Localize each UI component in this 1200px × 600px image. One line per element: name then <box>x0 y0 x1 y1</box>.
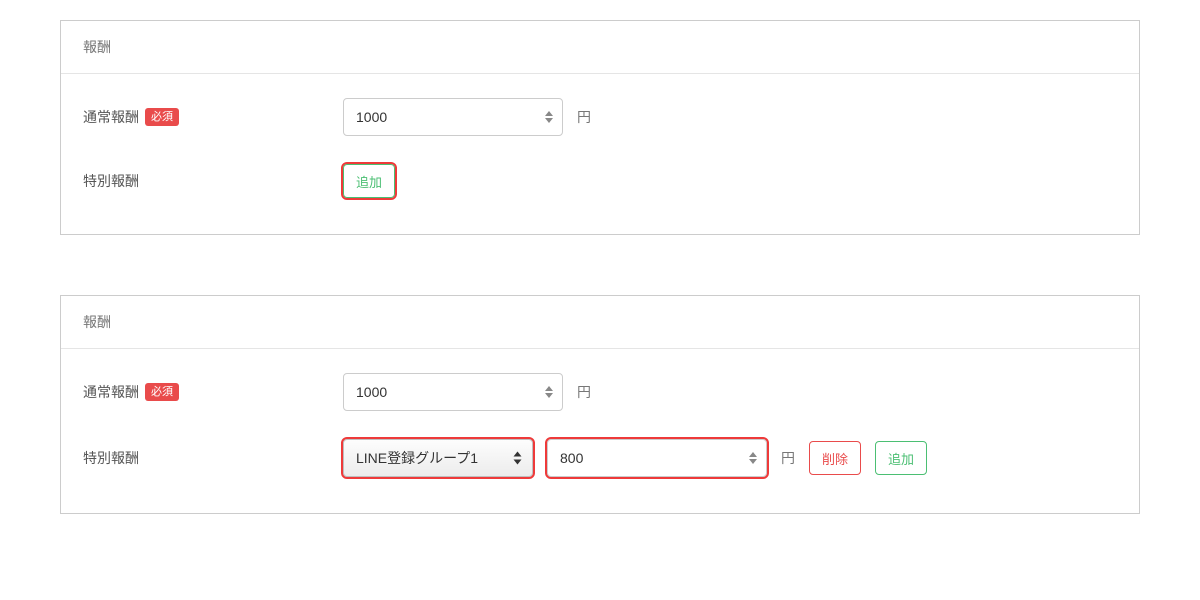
special-reward-label-text: 特別報酬 <box>83 171 139 191</box>
normal-reward-value: 1000 <box>356 109 387 125</box>
unit-label: 円 <box>781 448 795 468</box>
add-button-label: 追加 <box>356 172 382 191</box>
normal-reward-row: 通常報酬 必須 1000 円 <box>83 373 1117 411</box>
card-body: 通常報酬 必須 1000 円 特別報酬 LINE登録グ <box>61 349 1139 513</box>
normal-reward-label: 通常報酬 必須 <box>83 107 343 127</box>
special-reward-row: 特別報酬 追加 <box>83 164 1117 198</box>
normal-reward-label-text: 通常報酬 <box>83 107 139 127</box>
normal-reward-label: 通常報酬 必須 <box>83 382 343 402</box>
delete-button[interactable]: 削除 <box>809 441 861 475</box>
delete-button-label: 削除 <box>822 449 848 468</box>
add-button[interactable]: 追加 <box>875 441 927 475</box>
card-title: 報酬 <box>83 314 111 330</box>
special-reward-value: 800 <box>560 450 583 466</box>
stepper-icon[interactable] <box>748 452 758 464</box>
normal-reward-controls: 1000 円 <box>343 98 591 136</box>
required-badge: 必須 <box>145 108 179 126</box>
normal-reward-row: 通常報酬 必須 1000 円 <box>83 98 1117 136</box>
stepper-icon[interactable] <box>544 111 554 123</box>
special-reward-label-text: 特別報酬 <box>83 448 139 468</box>
group-select[interactable]: LINE登録グループ1 <box>343 439 533 477</box>
special-reward-row: 特別報酬 LINE登録グループ1 800 円 <box>83 439 1117 477</box>
stepper-icon[interactable] <box>544 386 554 398</box>
unit-label: 円 <box>577 107 591 127</box>
card-body: 通常報酬 必須 1000 円 特別報酬 追加 <box>61 74 1139 234</box>
normal-reward-value: 1000 <box>356 384 387 400</box>
special-reward-label: 特別報酬 <box>83 448 343 468</box>
card-header: 報酬 <box>61 296 1139 349</box>
reward-card-1: 報酬 通常報酬 必須 1000 円 特別報酬 <box>60 20 1140 235</box>
normal-reward-input[interactable]: 1000 <box>343 373 563 411</box>
normal-reward-label-text: 通常報酬 <box>83 382 139 402</box>
group-select-value: LINE登録グループ1 <box>356 448 478 468</box>
special-reward-controls: 追加 <box>343 164 395 198</box>
normal-reward-controls: 1000 円 <box>343 373 591 411</box>
required-badge: 必須 <box>145 383 179 401</box>
add-button-label: 追加 <box>888 449 914 468</box>
reward-card-2: 報酬 通常報酬 必須 1000 円 特別報酬 <box>60 295 1140 514</box>
special-reward-input[interactable]: 800 <box>547 439 767 477</box>
unit-label: 円 <box>577 382 591 402</box>
updown-icon <box>513 452 522 465</box>
normal-reward-input[interactable]: 1000 <box>343 98 563 136</box>
add-button[interactable]: 追加 <box>343 164 395 198</box>
special-reward-label: 特別報酬 <box>83 171 343 191</box>
card-header: 報酬 <box>61 21 1139 74</box>
special-reward-controls: LINE登録グループ1 800 円 削除 <box>343 439 927 477</box>
card-title: 報酬 <box>83 39 111 55</box>
